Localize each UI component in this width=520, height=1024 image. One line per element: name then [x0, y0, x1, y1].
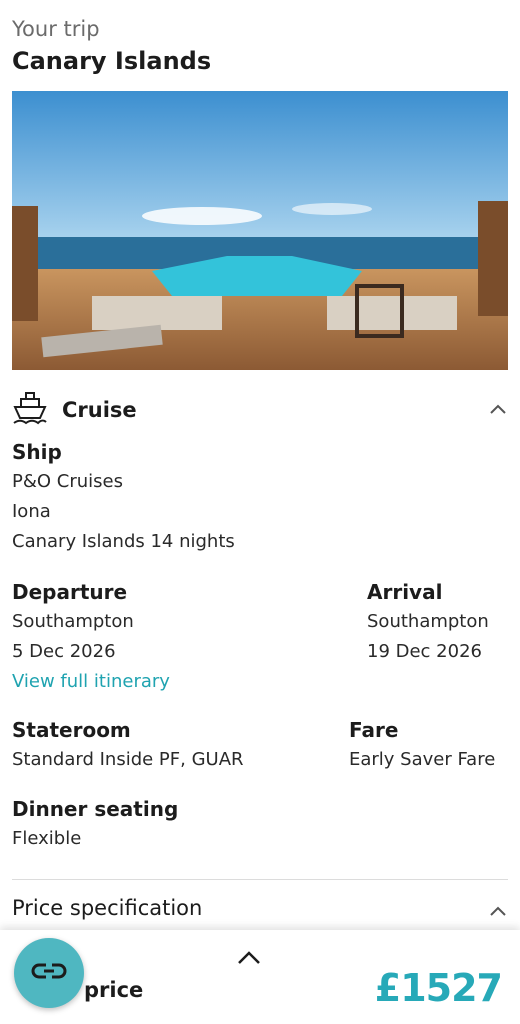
- departure-block: Departure Southampton 5 Dec 2026 View fu…: [12, 577, 170, 697]
- chat-icon: [30, 960, 68, 986]
- cruise-section-title: Cruise: [62, 398, 137, 422]
- ship-label: Ship: [12, 440, 62, 464]
- stateroom-label: Stateroom: [12, 718, 131, 742]
- chevron-up-icon[interactable]: [488, 400, 508, 424]
- departure-port: Southampton: [12, 611, 134, 632]
- ship-block: Ship P&O Cruises Iona Canary Islands 14 …: [12, 437, 235, 557]
- dinner-block: Dinner seating Flexible: [12, 794, 178, 854]
- fare-block: Fare Early Saver Fare: [349, 715, 495, 775]
- dinner-value: Flexible: [12, 828, 82, 849]
- eyebrow-label: Your trip: [12, 17, 100, 41]
- page-title: Canary Islands: [12, 47, 212, 75]
- total-price-value: £1527: [374, 966, 503, 1010]
- stateroom-value: Standard Inside PF, GUAR: [12, 749, 244, 770]
- hero-image: [12, 91, 508, 370]
- departure-label: Departure: [12, 580, 128, 604]
- ship-line: P&O Cruises: [12, 471, 123, 492]
- divider: [12, 879, 508, 880]
- price-specification-header[interactable]: Price specification: [12, 896, 508, 928]
- fare-label: Fare: [349, 718, 399, 742]
- itinerary-link[interactable]: View full itinerary: [12, 667, 170, 697]
- cruise-section-header[interactable]: Cruise: [12, 390, 508, 430]
- trip-header: Your trip Canary Islands: [12, 14, 211, 78]
- ship-itinerary: Canary Islands 14 nights: [12, 531, 235, 552]
- dinner-label: Dinner seating: [12, 797, 179, 821]
- arrival-port: Southampton: [367, 611, 489, 632]
- departure-date: 5 Dec 2026: [12, 641, 116, 662]
- total-price-label: price: [84, 978, 144, 1002]
- ship-icon: [12, 390, 48, 430]
- chevron-up-icon[interactable]: [488, 902, 508, 927]
- stateroom-block: Stateroom Standard Inside PF, GUAR: [12, 715, 244, 775]
- arrival-label: Arrival: [367, 580, 443, 604]
- arrival-date: 19 Dec 2026: [367, 641, 482, 662]
- fare-value: Early Saver Fare: [349, 749, 496, 770]
- ship-name: Iona: [12, 501, 51, 522]
- arrival-block: Arrival Southampton 19 Dec 2026: [367, 577, 489, 667]
- chat-button[interactable]: [14, 938, 84, 1008]
- chevron-up-icon[interactable]: [236, 948, 262, 972]
- price-specification-label: Price specification: [12, 896, 203, 920]
